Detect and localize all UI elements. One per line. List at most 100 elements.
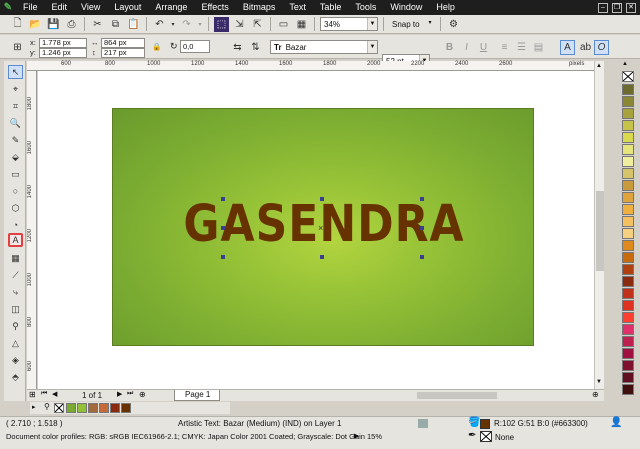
horizontal-scrollbar-thumb[interactable]: [417, 392, 497, 399]
palette-swatch[interactable]: [622, 144, 634, 155]
menu-edit[interactable]: Edit: [45, 0, 75, 15]
copy-icon[interactable]: ⧉: [108, 17, 123, 32]
palette-swatch[interactable]: [622, 108, 634, 119]
palette-swatch[interactable]: [622, 372, 634, 383]
opentype-icon[interactable]: O: [594, 40, 609, 55]
palette-swatch[interactable]: [622, 168, 634, 179]
last-page-icon[interactable]: ⏭: [127, 390, 133, 398]
ellipse-tool-icon[interactable]: ○: [8, 184, 23, 198]
edit-text-icon[interactable]: ab: [578, 40, 593, 55]
palette-swatch[interactable]: [622, 192, 634, 203]
horizontal-ruler[interactable]: 600 800 1000 1200 1400 1600 1800 2000 22…: [27, 61, 595, 71]
palette-swatch[interactable]: [622, 180, 634, 191]
palette-swatch[interactable]: [622, 132, 634, 143]
mirror-horizontal-icon[interactable]: ⇆: [230, 40, 245, 55]
document-palette-swatch[interactable]: [66, 403, 76, 413]
text-properties-icon[interactable]: A: [560, 40, 575, 55]
cut-icon[interactable]: ✂: [90, 17, 105, 32]
palette-swatch[interactable]: [622, 360, 634, 371]
document-palette-swatch[interactable]: [88, 403, 98, 413]
palette-swatch[interactable]: [622, 252, 634, 263]
no-color-swatch[interactable]: [622, 71, 634, 82]
color-profiles[interactable]: Document color profiles: RGB: sRGB IEC61…: [6, 432, 382, 441]
tab-page-1[interactable]: Page 1: [174, 390, 220, 401]
palette-swatch[interactable]: [622, 228, 634, 239]
document-palette-swatch[interactable]: [110, 403, 120, 413]
menu-view[interactable]: View: [74, 0, 107, 15]
rotation-field[interactable]: 0,0: [180, 40, 210, 53]
blend-tool-icon[interactable]: ◫: [8, 302, 23, 316]
restore-icon[interactable]: ❐: [612, 2, 622, 13]
selection-handle[interactable]: [320, 197, 324, 201]
menu-tools[interactable]: Tools: [348, 0, 383, 15]
palette-scroll-up-icon[interactable]: ▲: [622, 61, 628, 67]
selection-handle[interactable]: [420, 226, 424, 230]
eyedropper-tool-icon[interactable]: ⚲: [8, 319, 23, 333]
connector-tool-icon[interactable]: ⤷: [8, 285, 23, 299]
redo-dropdown-icon[interactable]: ▾: [197, 17, 203, 32]
outline-tool-icon[interactable]: △: [8, 336, 23, 350]
dimension-tool-icon[interactable]: ⟋: [8, 268, 23, 282]
minimize-icon[interactable]: –: [598, 2, 608, 13]
redo-icon[interactable]: ↷: [179, 17, 194, 32]
palette-swatch[interactable]: [622, 348, 634, 359]
fill-color-swatch[interactable]: [480, 419, 490, 429]
zoom-select[interactable]: 34% ▼: [320, 17, 378, 31]
pick-tool-icon[interactable]: ↖: [8, 65, 23, 79]
palette-swatch[interactable]: [622, 312, 634, 323]
align-icon[interactable]: ≡: [497, 40, 512, 55]
mirror-vertical-icon[interactable]: ⇅: [248, 40, 263, 55]
selection-handle[interactable]: [221, 226, 225, 230]
palette-swatch[interactable]: [622, 240, 634, 251]
italic-icon[interactable]: I: [459, 40, 474, 55]
selection-handle[interactable]: [221, 255, 225, 259]
print-icon[interactable]: ⎙: [64, 17, 79, 32]
headline-text-object[interactable]: GASENDRA: [183, 192, 463, 259]
publish-pdf-icon[interactable]: ▭: [276, 17, 291, 32]
paste-icon[interactable]: 📋: [126, 17, 141, 32]
scroll-up-icon[interactable]: ▲: [596, 63, 602, 69]
document-palette-swatch[interactable]: [121, 403, 131, 413]
palette-swatch[interactable]: [622, 336, 634, 347]
basic-shapes-tool-icon[interactable]: ◔: [8, 218, 23, 232]
bold-icon[interactable]: B: [442, 40, 457, 55]
vertical-scrollbar[interactable]: ▲ ▼: [594, 61, 604, 391]
fill-bucket-icon[interactable]: 🪣: [468, 417, 480, 428]
fill-tool-icon[interactable]: ◈: [8, 353, 23, 367]
palette-swatch[interactable]: [622, 156, 634, 167]
interactive-fill-tool-icon[interactable]: ⬘: [8, 370, 23, 384]
menu-text[interactable]: Text: [282, 0, 313, 15]
snap-to-select[interactable]: Snap to ▾: [389, 17, 435, 31]
menu-help[interactable]: Help: [429, 0, 462, 15]
search-content-icon[interactable]: ⬚: [214, 16, 229, 32]
new-document-icon[interactable]: 🗋: [10, 17, 25, 32]
freehand-tool-icon[interactable]: ✎: [8, 133, 23, 147]
zoom-tool-icon[interactable]: 🔍: [8, 116, 23, 130]
selection-handle[interactable]: [221, 197, 225, 201]
scrollbar-thumb[interactable]: [596, 191, 604, 271]
document-palette-swatch[interactable]: [77, 403, 87, 413]
smart-fill-tool-icon[interactable]: ⬙: [8, 150, 23, 164]
shape-tool-icon[interactable]: ⌖: [8, 82, 23, 96]
object-origin-icon[interactable]: ⊞: [10, 40, 25, 55]
selection-handle[interactable]: [420, 197, 424, 201]
lock-ratio-icon[interactable]: 🔒: [152, 42, 161, 51]
application-launcher-icon[interactable]: ▦: [294, 17, 309, 32]
navigator-icon[interactable]: ⊕: [592, 390, 599, 399]
first-page-icon[interactable]: ⏮: [41, 390, 47, 398]
save-icon[interactable]: 💾: [46, 17, 61, 32]
prev-page-icon[interactable]: ◀: [52, 390, 57, 398]
user-icon[interactable]: 👤: [610, 417, 622, 428]
font-list-select[interactable]: Tr Bazar ▼: [270, 40, 378, 54]
palette-swatch[interactable]: [622, 324, 634, 335]
table-tool-icon[interactable]: ▦: [8, 251, 23, 265]
export-icon[interactable]: ⇱: [250, 17, 265, 32]
underline-icon[interactable]: U: [476, 40, 491, 55]
width-field[interactable]: 864 px: [101, 38, 145, 48]
palette-swatch[interactable]: [622, 96, 634, 107]
profiles-arrow-icon[interactable]: ▶: [354, 432, 359, 440]
selection-handle[interactable]: [420, 255, 424, 259]
outline-color-swatch[interactable]: [480, 431, 492, 442]
new-page-icon[interactable]: ⊞: [29, 390, 36, 399]
undo-dropdown-icon[interactable]: ▾: [170, 17, 176, 32]
